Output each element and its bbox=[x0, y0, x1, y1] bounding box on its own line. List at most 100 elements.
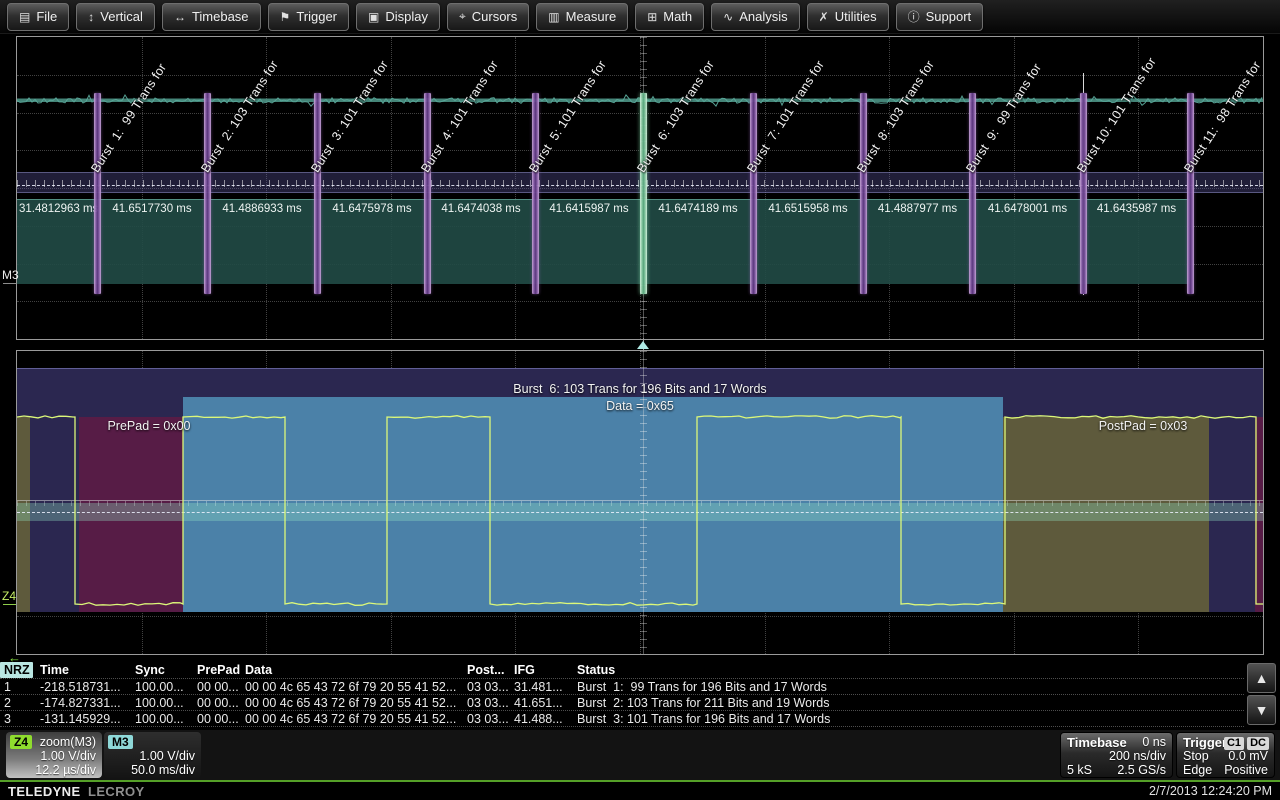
menu-label: Timebase bbox=[192, 9, 249, 24]
cell-sync: 100.00... bbox=[135, 680, 184, 694]
menu-support-button[interactable]: ⓘSupport bbox=[896, 3, 984, 31]
table-row-1[interactable]: 1-218.518731...100.00...00 00...00 00 4c… bbox=[0, 679, 1244, 695]
menu-analysis-button[interactable]: ∿Analysis bbox=[711, 3, 799, 31]
menu-label: Trigger bbox=[296, 9, 337, 24]
z4-tab[interactable]: Z4 bbox=[10, 735, 32, 749]
z4-tdiv: 12.2 µs/div bbox=[35, 763, 96, 777]
trigger-position-marker[interactable] bbox=[637, 341, 649, 349]
trigger-slope: Positive bbox=[1224, 763, 1268, 777]
z4-vdiv: 1.00 V/div bbox=[40, 749, 96, 763]
measurement-value: 41.6435987 ms bbox=[1083, 203, 1190, 215]
cell-post: 03 03... bbox=[467, 696, 509, 710]
cell-status: Burst 3: 101 Trans for 196 Bits and 17 W… bbox=[577, 712, 830, 726]
measurement-value: 41.6478001 ms bbox=[972, 203, 1083, 215]
m3-descriptor-box[interactable]: M3 1.00 V/div 50.0 ms/div bbox=[104, 732, 201, 778]
burst-marker-1[interactable] bbox=[94, 93, 101, 294]
burst-marker-3[interactable] bbox=[314, 93, 321, 294]
burst-marker-10[interactable] bbox=[1080, 93, 1087, 294]
cell-nrz: 3 bbox=[4, 712, 11, 726]
menu-trigger-button[interactable]: ⚑ Trigger bbox=[268, 3, 349, 31]
m3-grid[interactable]: 31.4812963 ms41.6517730 ms41.4886933 ms4… bbox=[16, 36, 1264, 340]
column-header-sync[interactable]: Sync bbox=[135, 663, 165, 677]
column-header-status[interactable]: Status bbox=[577, 663, 615, 677]
timebase-samples: 5 kS bbox=[1067, 763, 1092, 777]
measurement-value: 41.6515958 ms bbox=[753, 203, 863, 215]
measurement-cell: 41.6474038 ms bbox=[427, 200, 535, 284]
column-header-ifg[interactable]: IFG bbox=[514, 663, 535, 677]
cell-data: 00 00 4c 65 43 72 6f 79 20 55 41 52... bbox=[245, 680, 456, 694]
trigger-icon: ⚑ bbox=[280, 10, 291, 24]
m3-tdiv: 50.0 ms/div bbox=[131, 763, 195, 777]
burst-marker-7[interactable] bbox=[750, 93, 757, 294]
m3-tab[interactable]: M3 bbox=[108, 735, 133, 749]
column-header-prepad[interactable]: PrePad bbox=[197, 663, 240, 677]
measurement-band: 31.4812963 ms41.6517730 ms41.4886933 ms4… bbox=[17, 199, 1190, 284]
table-row-3[interactable]: 3-131.145929...100.00...00 00...00 00 4c… bbox=[0, 711, 1244, 727]
cell-prepad: 00 00... bbox=[197, 696, 239, 710]
menu-label: Display bbox=[385, 9, 428, 24]
timebase-title: Timebase bbox=[1067, 735, 1127, 750]
table-row-2[interactable]: 2-174.827331...100.00...00 00...00 00 4c… bbox=[0, 695, 1244, 711]
burst-marker-8[interactable] bbox=[860, 93, 867, 294]
cell-status: Burst 2: 103 Trans for 211 Bits and 19 W… bbox=[577, 696, 829, 710]
column-header-time[interactable]: Time bbox=[40, 663, 69, 677]
column-header-post[interactable]: Post... bbox=[467, 663, 505, 677]
cell-sync: 100.00... bbox=[135, 696, 184, 710]
menu-timebase-button[interactable]: ↔Timebase bbox=[162, 3, 261, 31]
scroll-down-button[interactable]: ▼ bbox=[1247, 695, 1276, 725]
menu-label: Measure bbox=[566, 9, 617, 24]
cell-prepad: 00 00... bbox=[197, 680, 239, 694]
burst-marker-5[interactable] bbox=[532, 93, 539, 294]
burst-marker-9[interactable] bbox=[969, 93, 976, 294]
menu-file-button[interactable]: ▤File bbox=[7, 3, 69, 31]
measurement-cell: 41.4887977 ms bbox=[863, 200, 972, 284]
menu-display-button[interactable]: ▣ Display bbox=[356, 3, 440, 31]
measurement-cell: 41.6415987 ms bbox=[535, 200, 643, 284]
status-bar: Z4 zoom(M3) 1.00 V/div 12.2 µs/div M3 1.… bbox=[0, 730, 1280, 780]
prepad-label: PrePad = 0x00 bbox=[74, 419, 224, 433]
burst-marker-6[interactable] bbox=[640, 93, 647, 294]
cell-data: 00 00 4c 65 43 72 6f 79 20 55 41 52... bbox=[245, 712, 456, 726]
measurement-cell: 41.6435987 ms bbox=[1083, 200, 1190, 284]
menu-utilities-button[interactable]: ✗Utilities bbox=[807, 3, 889, 31]
menu-vertical-button[interactable]: ↕Vertical bbox=[76, 3, 155, 31]
z4-descriptor-box[interactable]: Z4 zoom(M3) 1.00 V/div 12.2 µs/div bbox=[6, 732, 102, 778]
column-header-nrz[interactable]: NRZ bbox=[4, 663, 30, 677]
cell-nrz: 2 bbox=[4, 696, 11, 710]
timebase-offset: 0 ns bbox=[1142, 735, 1166, 749]
measurement-cell: 41.6478001 ms bbox=[972, 200, 1083, 284]
measurement-value: 41.4887977 ms bbox=[863, 203, 972, 215]
display-icon: ▣ bbox=[368, 10, 379, 24]
menu-label: Vertical bbox=[100, 9, 143, 24]
cursors-icon: ⌖ bbox=[459, 9, 466, 24]
measurement-cell: 41.6474189 ms bbox=[643, 200, 753, 284]
z4-waveform-trace bbox=[17, 351, 1263, 654]
menu-measure-button[interactable]: ▥Measure bbox=[536, 3, 628, 31]
measurement-value: 41.6517730 ms bbox=[97, 203, 207, 215]
menu-math-button[interactable]: ⊞Math bbox=[635, 3, 704, 31]
trigger-mode: Stop bbox=[1183, 749, 1209, 763]
cell-ifg: 41.651... bbox=[514, 696, 563, 710]
menu-bar: ▤File↕Vertical↔Timebase ⚑ Trigger ▣ Display ⌖… bbox=[0, 0, 1280, 34]
cell-post: 03 03... bbox=[467, 712, 509, 726]
datetime-display: 2/7/2013 12:24:20 PM bbox=[1149, 784, 1272, 798]
m3-trace-label: M3 bbox=[2, 268, 19, 282]
burst-marker-2[interactable] bbox=[204, 93, 211, 294]
column-header-data[interactable]: Data bbox=[245, 663, 272, 677]
scroll-up-button[interactable]: ▲ bbox=[1247, 663, 1276, 693]
cell-data: 00 00 4c 65 43 72 6f 79 20 55 41 52... bbox=[245, 696, 456, 710]
cell-ifg: 41.488... bbox=[514, 712, 563, 726]
menu-cursors-button[interactable]: ⌖Cursors bbox=[447, 3, 529, 31]
trigger-box[interactable]: Trigger C1 DC Stop 0.0 mV Edge Positive bbox=[1176, 732, 1275, 778]
timebase-box[interactable]: Timebase 0 ns 200 ns/div 5 kS 2.5 GS/s bbox=[1060, 732, 1173, 778]
decode-table: NRZTimeSyncPrePadDataPost...IFGStatus1-2… bbox=[0, 662, 1280, 728]
menu-label: File bbox=[36, 9, 57, 24]
burst-marker-4[interactable] bbox=[424, 93, 431, 294]
support-icon: ⓘ bbox=[908, 8, 920, 25]
trigger-level: 0.0 mV bbox=[1228, 749, 1268, 763]
utilities-icon: ✗ bbox=[819, 10, 829, 24]
measurement-cell: 31.4812963 ms bbox=[17, 200, 98, 284]
timebase-tdiv: 200 ns/div bbox=[1109, 749, 1166, 763]
burst-marker-11[interactable] bbox=[1187, 93, 1194, 294]
z4-grid[interactable]: Burst 6: 103 Trans for 196 Bits and 17 W… bbox=[16, 350, 1264, 655]
